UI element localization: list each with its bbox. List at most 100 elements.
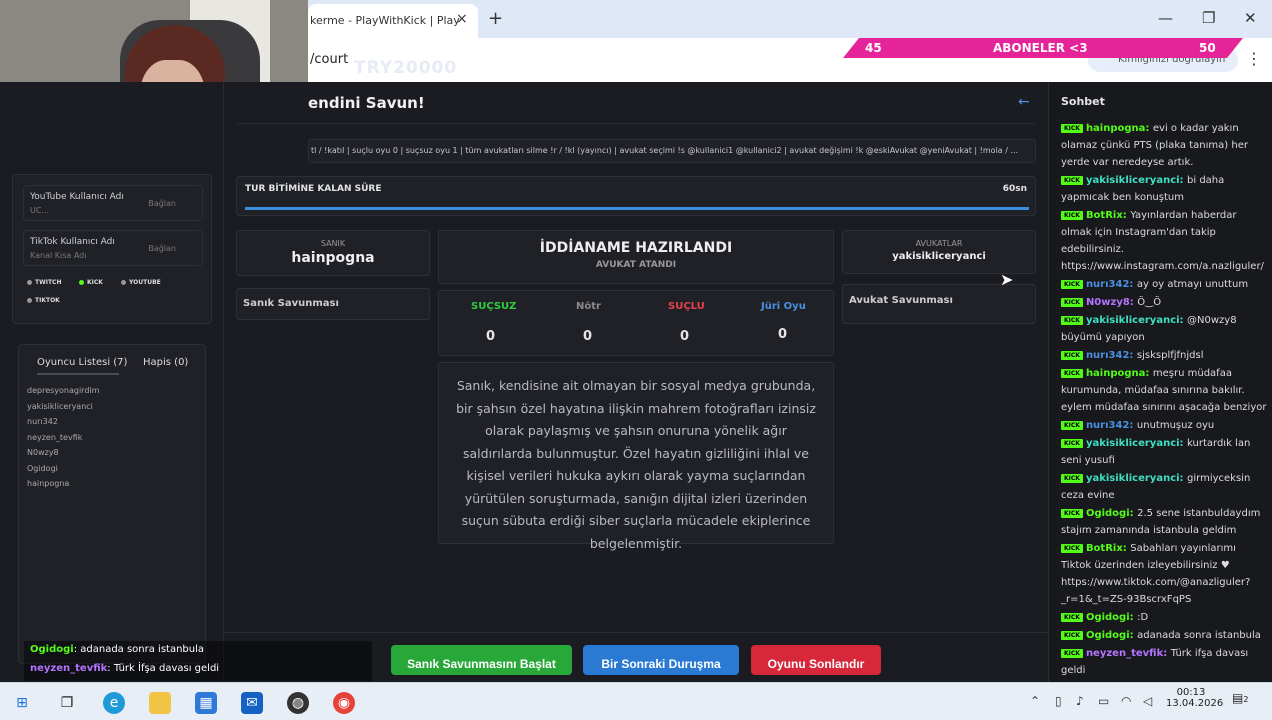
player-item[interactable]: N0wzy8 — [27, 445, 99, 461]
chat-message: KICK BotRix: Yayınlardan haberdar olmak i… — [1061, 207, 1269, 275]
store-icon[interactable]: ▦ — [195, 692, 217, 714]
youtube-field[interactable]: YouTube Kullanıcı Adı UC... Bağlan — [23, 185, 203, 221]
youtube-connect-status[interactable]: Bağlan — [148, 199, 176, 208]
player-item[interactable]: depresyonagirdim — [27, 383, 99, 399]
browser-menu-icon[interactable]: ⋮ — [1246, 49, 1262, 68]
chat-username[interactable]: hainpogna: — [1086, 368, 1153, 379]
chat-message: KICK yakisikliceryanci: girmiyceksin ceza… — [1061, 470, 1269, 504]
taskbar-clock[interactable]: 00:13 13.04.2026 — [1166, 687, 1223, 709]
volume-icon[interactable]: ◁ — [1143, 694, 1152, 708]
wifi-icon[interactable]: ◠ — [1121, 694, 1131, 708]
platform-tiktok[interactable]: TIKTOK — [27, 297, 60, 304]
obs-icon[interactable]: ◍ — [287, 692, 309, 714]
url-text[interactable]: /court — [310, 52, 348, 67]
chat-username[interactable]: N0wzy8: — [1086, 297, 1137, 308]
task-view-icon[interactable]: ❐ — [56, 692, 78, 714]
chat-username[interactable]: hainpogna: — [1086, 123, 1153, 134]
accounts-card: YouTube Kullanıcı Adı UC... Bağlan TikTo… — [12, 174, 212, 324]
vote-guilty-label: SUÇLU — [668, 301, 705, 312]
notification-icon[interactable]: ▤2 — [1232, 691, 1248, 705]
timer-track — [245, 207, 1029, 210]
player-item[interactable]: hainpogna — [27, 476, 99, 492]
tab-players[interactable]: Oyuncu Listesi (7) — [37, 357, 127, 368]
kick-badge-icon: KICK — [1061, 280, 1083, 289]
platform-youtube[interactable]: YOUTUBE — [121, 279, 161, 286]
tray-device-icon[interactable]: ▯ — [1055, 694, 1062, 708]
mail-icon[interactable]: ✉ — [241, 692, 263, 714]
chat-username[interactable]: Ogidogi: — [1086, 630, 1137, 641]
battery-icon[interactable]: ▭ — [1098, 694, 1109, 708]
chat-message: KICK yakisikliceryanci: kurtardık lan sen… — [1061, 435, 1269, 469]
chat-username[interactable]: yakisikliceryanci: — [1086, 175, 1187, 186]
player-list: depresyonagirdim yakisikliceryanci nurı3… — [27, 383, 99, 492]
vote-neutral-count: 0 — [583, 329, 593, 344]
chat-username[interactable]: BotRix: — [1086, 210, 1130, 221]
chat-message: KICK yakisikliceryanci: @N0wzy8 büyümü ya… — [1061, 312, 1269, 346]
chat-text: sjsksplfjfnjdsl — [1136, 350, 1204, 361]
tiktok-connect-status[interactable]: Bağlan — [148, 244, 176, 253]
indictment-subtitle: AVUKAT ATANDI — [595, 260, 677, 270]
platform-twitch[interactable]: TWITCH — [27, 279, 61, 286]
maximize-button[interactable]: ❐ — [1202, 9, 1215, 27]
chat-message: KICK hainpogna: meşru müdafaa kurumunda, … — [1061, 365, 1269, 416]
chat-username[interactable]: Ogidogi: — [1086, 508, 1137, 519]
minimize-button[interactable]: — — [1158, 9, 1173, 27]
chat-text: :D — [1137, 612, 1149, 623]
tab-prison[interactable]: Hapis (0) — [143, 357, 188, 368]
player-item[interactable]: yakisikliceryanci — [27, 399, 99, 415]
close-tab-icon[interactable]: × — [456, 11, 468, 27]
microphone-icon[interactable]: ♪ — [1076, 694, 1084, 708]
defendant-name: hainpogna — [291, 250, 375, 266]
player-item[interactable]: nurı342 — [27, 414, 99, 430]
next-hearing-button[interactable]: Bir Sonraki Duruşma — [583, 645, 739, 675]
kick-badge-icon: KICK — [1061, 316, 1083, 325]
defendant-defense-box[interactable]: Sanık Savunması — [236, 288, 430, 320]
chat-message: KICK Ogidogi: :D — [1061, 609, 1269, 626]
kick-badge-icon: KICK — [1061, 351, 1083, 360]
back-arrow-icon[interactable]: ← — [1018, 94, 1030, 110]
browser-tab[interactable]: kerme - PlayWithKick | Play — [308, 4, 478, 38]
header-divider — [236, 123, 1036, 124]
lawyer-defense-box[interactable]: Avukat Savunması — [842, 284, 1036, 324]
tray-chevron-icon[interactable]: ⌃ — [1030, 694, 1040, 708]
chat-message: KICK Ogidogi: 2.5 sene istanbuldaydım sta… — [1061, 505, 1269, 539]
vote-innocent-count: 0 — [486, 329, 496, 344]
close-window-button[interactable]: ✕ — [1244, 9, 1257, 27]
chat-username[interactable]: nurı342: — [1086, 279, 1137, 290]
windows-start-icon[interactable]: ⊞ — [11, 692, 33, 714]
chat-username[interactable]: Ogidogi: — [1086, 612, 1137, 623]
timer-value: 60sn — [1002, 184, 1027, 194]
vote-guilty-count: 0 — [680, 329, 690, 344]
chat-message: KICK nurı342: unutmuşuz oyu — [1061, 417, 1269, 434]
platform-kick[interactable]: KICK — [79, 279, 103, 286]
chat-username[interactable]: nurı342: — [1086, 420, 1137, 431]
tiktok-field[interactable]: TikTok Kullanıcı Adı Kanal Kısa Adı Bağl… — [23, 230, 203, 266]
taskbar: ⊞ ❐ e ▦ ✉ ◍ ◉ ⌃ ▯ ♪ ▭ ◠ ◁ 00:13 13.04.202… — [0, 682, 1272, 720]
chat-message: KICK nurı342: sjsksplfjfnjdsl — [1061, 347, 1269, 364]
player-item[interactable]: Ogidogi — [27, 461, 99, 477]
new-tab-button[interactable]: + — [488, 8, 503, 29]
chat-username[interactable]: yakisikliceryanci: — [1086, 438, 1187, 449]
edge-icon[interactable]: e — [103, 692, 125, 714]
chat-panel: Sohbet KICK hainpogna: evi o kadar yakın … — [1048, 82, 1272, 682]
chrome-icon[interactable]: ◉ — [333, 692, 355, 714]
player-item[interactable]: neyzen_tevfik — [27, 430, 99, 446]
file-explorer-icon[interactable] — [149, 692, 171, 714]
chat-username[interactable]: BotRix: — [1086, 543, 1130, 554]
chat-username[interactable]: neyzen_tevfik: — [1086, 648, 1171, 659]
sub-goal-target: 50 — [1199, 41, 1216, 55]
chat-message: KICK yakisikliceryanci: bi daha yapmıcak … — [1061, 172, 1269, 206]
end-game-button[interactable]: Oyunu Sonlandır — [751, 645, 881, 675]
chat-username[interactable]: nurı342: — [1086, 350, 1137, 361]
lawyers-label: AVUKATLAR — [915, 239, 963, 248]
chat-message: KICK hainpogna: evi o kadar yakın olamaz … — [1061, 120, 1269, 171]
chat-username[interactable]: yakisikliceryanci: — [1086, 315, 1187, 326]
start-defense-button[interactable]: Sanık Savunmasını Başlat — [391, 645, 572, 675]
kick-badge-icon: KICK — [1061, 649, 1083, 658]
chat-text: adanada sonra istanbula — [1137, 630, 1261, 641]
chat-username[interactable]: yakisikliceryanci: — [1086, 473, 1187, 484]
mouse-cursor-icon: ➤ — [1000, 270, 1014, 289]
lawyers-card: AVUKATLAR yakisikliceryanci — [842, 230, 1036, 274]
indictment-title: İDDİANAME HAZIRLANDI — [539, 240, 733, 256]
vote-panel: SUÇSUZ 0 Nötr 0 SUÇLU 0 Jüri Oyu 0 — [438, 290, 834, 356]
